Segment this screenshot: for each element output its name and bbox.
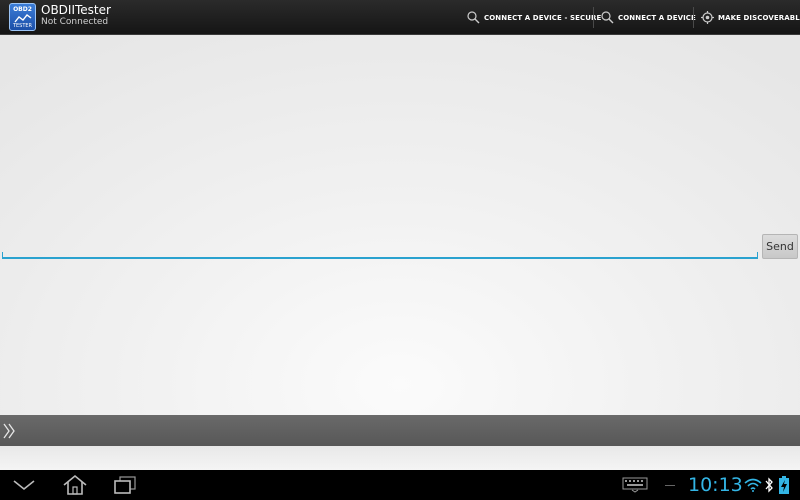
bluetooth-icon xyxy=(765,477,773,493)
connect-secure-label: CONNECT A DEVICE - SECURE xyxy=(484,13,602,22)
input-underline-right xyxy=(757,252,758,258)
menu-divider xyxy=(593,7,594,28)
drawer-content xyxy=(0,446,800,470)
input-underline xyxy=(2,257,758,259)
connect-secure-button[interactable]: CONNECT A DEVICE - SECURE xyxy=(467,0,601,35)
connect-device-label: CONNECT A DEVICE xyxy=(618,13,696,22)
app-logo-subtext: TESTER xyxy=(12,23,33,29)
wifi-icon xyxy=(744,478,762,492)
main-content: Send xyxy=(0,35,800,415)
send-button[interactable]: Send xyxy=(762,234,798,259)
status-divider xyxy=(665,485,675,486)
action-bar: OBD2 TESTER OBDIITester Not Connected CO… xyxy=(0,0,800,35)
make-discoverable-button[interactable]: MAKE DISCOVERABLE xyxy=(701,0,800,35)
clock: 10:13 xyxy=(688,474,743,496)
discoverable-icon xyxy=(701,11,714,24)
keyboard-icon[interactable] xyxy=(622,477,648,493)
system-bar xyxy=(0,470,800,500)
message-input[interactable] xyxy=(2,231,758,257)
drawer-bar[interactable] xyxy=(0,415,800,446)
connection-status: Not Connected xyxy=(41,17,109,27)
home-icon[interactable] xyxy=(62,474,88,496)
make-discoverable-label: MAKE DISCOVERABLE xyxy=(718,13,800,22)
app-logo-text: OBD2 xyxy=(13,6,32,13)
search-icon xyxy=(601,11,614,24)
message-log xyxy=(0,35,800,225)
app-title: OBDIITester xyxy=(41,3,111,17)
search-icon xyxy=(467,11,480,24)
connect-device-button[interactable]: CONNECT A DEVICE xyxy=(601,0,696,35)
back-icon[interactable] xyxy=(12,478,36,492)
recent-apps-icon[interactable] xyxy=(113,475,137,495)
double-chevron-right-icon[interactable] xyxy=(3,423,17,439)
battery-icon xyxy=(779,476,789,494)
app-logo-icon[interactable]: OBD2 TESTER xyxy=(9,3,36,31)
menu-divider xyxy=(693,7,694,28)
